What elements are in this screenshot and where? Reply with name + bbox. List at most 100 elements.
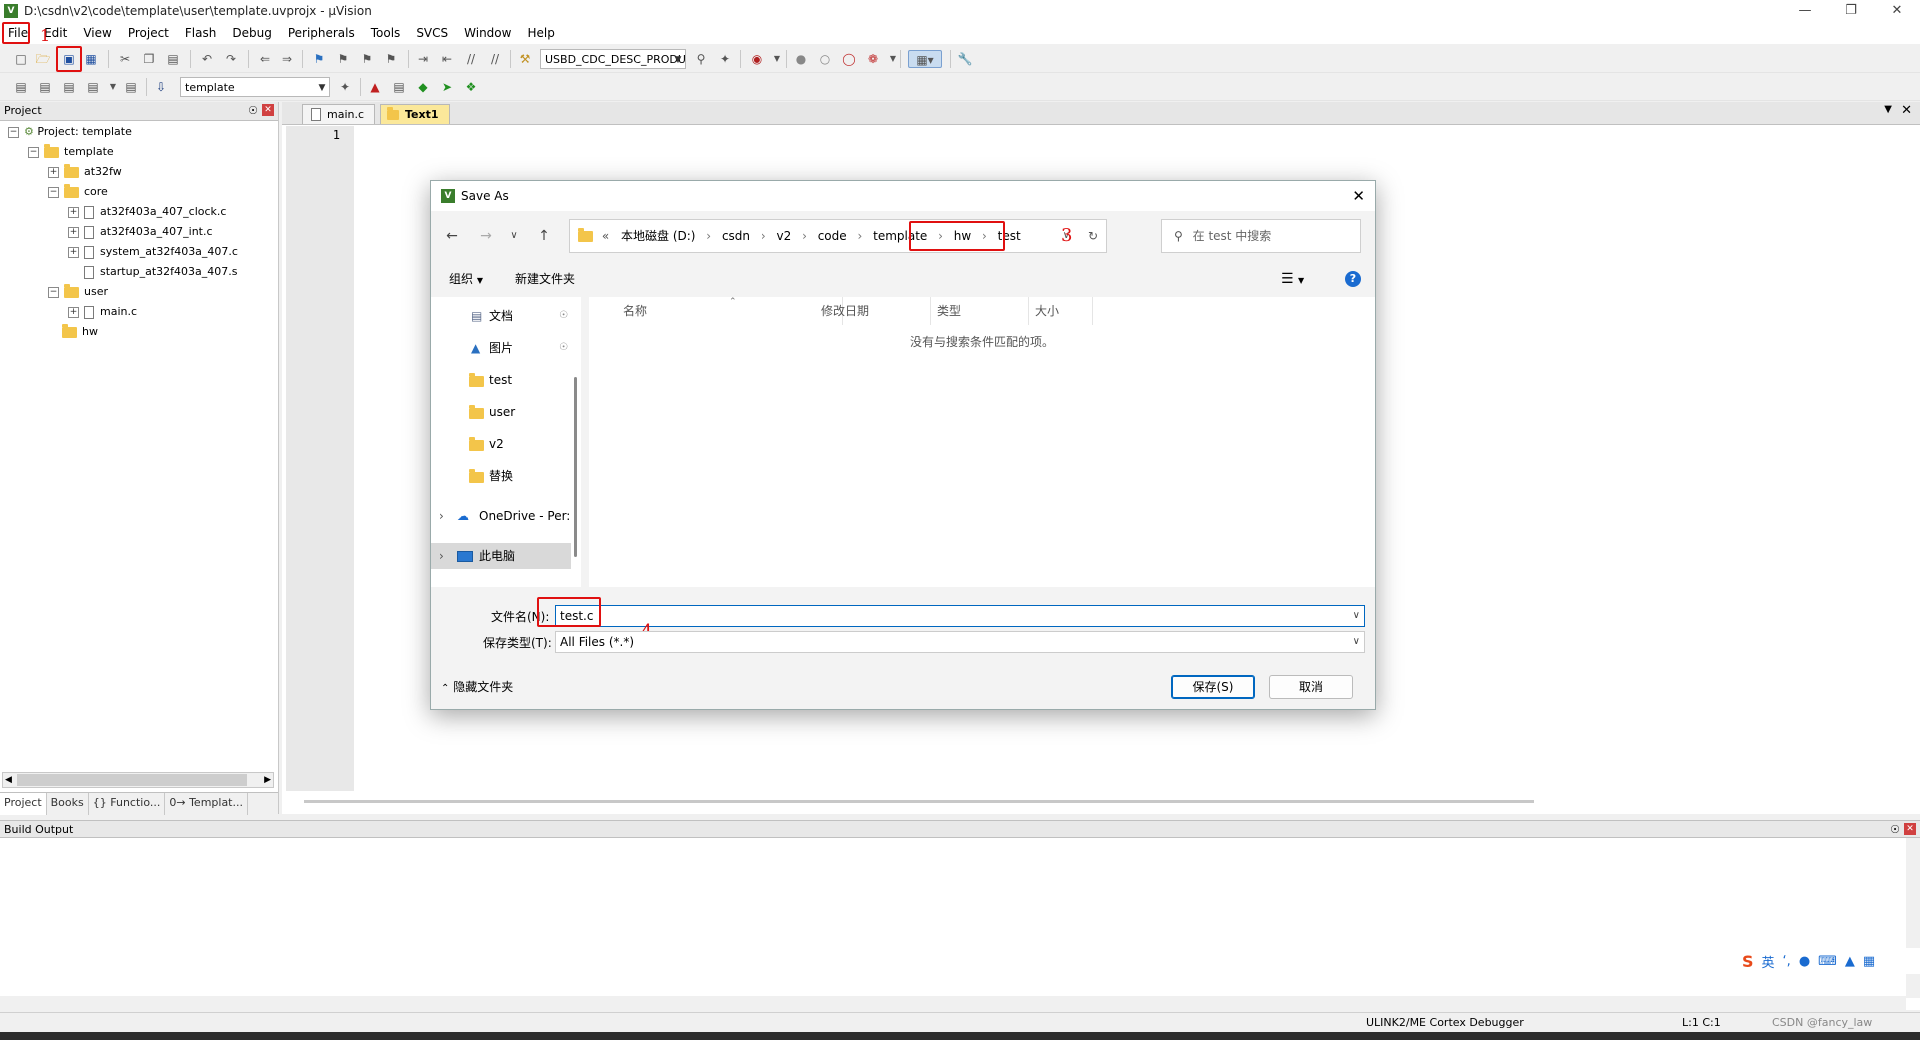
window-layout-icon[interactable]: ▦▾ bbox=[908, 50, 942, 68]
pin-icon[interactable]: ☉ bbox=[559, 335, 568, 361]
save-button[interactable]: 保存(S) bbox=[1171, 675, 1255, 699]
keyboard-icon[interactable]: ⌨ bbox=[1818, 954, 1837, 969]
filename-input[interactable]: test.c ∨ bbox=[555, 605, 1365, 627]
nav-replace[interactable]: 替换 bbox=[431, 463, 571, 489]
overflow-icon[interactable]: « bbox=[602, 220, 609, 252]
bookmark-next-icon[interactable]: ⚑ bbox=[358, 50, 376, 68]
tree-file[interactable]: + system_at32f403a_407.c bbox=[68, 242, 238, 262]
nav-forward-icon[interactable]: ⇒ bbox=[278, 50, 296, 68]
horizontal-scrollbar[interactable] bbox=[0, 996, 1906, 1010]
close-tab-icon[interactable]: ✕ bbox=[1901, 103, 1912, 118]
file-list[interactable]: 名称 ⌃ 修改日期 类型 大小 没有与搜索条件匹配的项。 bbox=[589, 297, 1375, 587]
menu-project[interactable]: Project bbox=[120, 22, 177, 44]
stop-build-icon[interactable]: ▤ bbox=[122, 78, 140, 96]
tree-group-template[interactable]: − template bbox=[28, 142, 114, 162]
pin-icon[interactable]: ☉ bbox=[559, 303, 568, 329]
lang-icon[interactable]: 英 bbox=[1762, 952, 1775, 971]
cancel-button[interactable]: 取消 bbox=[1269, 675, 1353, 699]
scrollbar-thumb[interactable] bbox=[17, 774, 247, 786]
nav-onedrive[interactable]: › ☁ OneDrive - Per: bbox=[431, 503, 571, 529]
project-target-combo[interactable]: template ▼ bbox=[180, 77, 330, 97]
tab-project[interactable]: Project bbox=[0, 793, 47, 815]
punct-icon[interactable]: ‘, bbox=[1783, 954, 1791, 969]
manage-components-icon[interactable]: ▲ bbox=[366, 78, 384, 96]
menu-debug[interactable]: Debug bbox=[224, 22, 279, 44]
breadcrumb-drive[interactable]: 本地磁盘 (D:) bbox=[621, 220, 695, 252]
open-file-icon[interactable]: 🗁 bbox=[34, 50, 52, 68]
view-options-icon[interactable]: ☰ ▼ bbox=[1281, 263, 1304, 297]
batch-build-icon[interactable]: ▤ bbox=[84, 78, 102, 96]
nav-v2[interactable]: v2 bbox=[431, 431, 571, 457]
collapse-icon[interactable]: − bbox=[48, 286, 59, 298]
forward-arrow-icon[interactable]: → bbox=[473, 223, 499, 249]
copy-icon[interactable]: ❐ bbox=[140, 50, 158, 68]
minimize-icon[interactable]: — bbox=[1782, 0, 1828, 22]
recent-chevron-icon[interactable]: ∨ bbox=[501, 223, 527, 249]
grid-icon[interactable]: ▦ bbox=[1863, 954, 1875, 969]
uncomment-icon[interactable]: // bbox=[486, 50, 504, 68]
chevron-down-icon[interactable]: ∨ bbox=[1353, 632, 1360, 652]
tree-file[interactable]: startup_at32f403a_407.s bbox=[68, 262, 237, 282]
menu-tools[interactable]: Tools bbox=[363, 22, 409, 44]
collapse-icon[interactable]: − bbox=[48, 186, 59, 198]
paste-icon[interactable]: ▤ bbox=[164, 50, 182, 68]
skin-icon[interactable]: ▲ bbox=[1845, 954, 1855, 969]
menu-view[interactable]: View bbox=[75, 22, 119, 44]
tree-file[interactable]: + at32f403a_407_int.c bbox=[68, 222, 213, 242]
breakpoint-disable-icon[interactable]: ○ bbox=[816, 50, 834, 68]
new-folder-button[interactable]: 新建文件夹 bbox=[515, 263, 575, 295]
comment-icon[interactable]: // bbox=[462, 50, 480, 68]
nav-pictures[interactable]: ▲ 图片 ☉ bbox=[431, 335, 571, 361]
expand-icon[interactable]: + bbox=[68, 206, 79, 218]
menu-svcs[interactable]: SVCS bbox=[408, 22, 456, 44]
column-modified[interactable]: 修改日期 bbox=[813, 297, 931, 325]
pack-installer-icon[interactable]: ◆ bbox=[414, 78, 432, 96]
debug-session-icon[interactable]: ◉ bbox=[748, 50, 766, 68]
bookmark-icon[interactable]: ⚑ bbox=[310, 50, 328, 68]
help-icon[interactable]: ? bbox=[1345, 271, 1361, 287]
find-icon[interactable]: ⚲ bbox=[692, 50, 710, 68]
find-in-files-icon[interactable]: ⚒ bbox=[516, 50, 534, 68]
nav-this-pc[interactable]: › 此电脑 bbox=[431, 543, 571, 569]
horizontal-scrollbar[interactable]: ◀ ▶ bbox=[2, 772, 274, 788]
rebuild-icon[interactable]: ▤ bbox=[60, 78, 78, 96]
chevron-down-icon[interactable]: ∨ bbox=[1353, 606, 1360, 626]
nav-back-icon[interactable]: ⇐ bbox=[256, 50, 274, 68]
breakpoint-icon[interactable]: ● bbox=[792, 50, 810, 68]
tree-file[interactable]: + at32f403a_407_clock.c bbox=[68, 202, 226, 222]
tree-folder-hw[interactable]: hw bbox=[62, 322, 98, 342]
menu-window[interactable]: Window bbox=[456, 22, 519, 44]
nav-user[interactable]: user bbox=[431, 399, 571, 425]
breakpoint-kill-all-icon[interactable]: ❁ bbox=[864, 50, 882, 68]
expand-icon[interactable]: + bbox=[68, 226, 79, 238]
editor-hscroll-thumb[interactable] bbox=[304, 800, 1534, 803]
indent-icon[interactable]: ⇥ bbox=[414, 50, 432, 68]
pin-icon[interactable]: ☉ bbox=[248, 102, 258, 120]
tab-books[interactable]: Books bbox=[47, 793, 89, 815]
new-file-icon[interactable]: □ bbox=[12, 50, 30, 68]
build-icon[interactable]: ▤ bbox=[36, 78, 54, 96]
configure-icon[interactable]: 🔧 bbox=[956, 50, 974, 68]
expand-icon[interactable]: + bbox=[68, 246, 79, 258]
up-arrow-icon[interactable]: ↑ bbox=[531, 223, 557, 249]
tree-file[interactable]: + main.c bbox=[68, 302, 137, 322]
collapse-icon[interactable]: − bbox=[8, 126, 19, 138]
menu-help[interactable]: Help bbox=[519, 22, 562, 44]
address-bar[interactable]: « 本地磁盘 (D:) › csdn › v2 › code › templat… bbox=[569, 219, 1107, 253]
cut-icon[interactable]: ✂ bbox=[116, 50, 134, 68]
breakpoint-disable-all-icon[interactable]: ◯ bbox=[840, 50, 858, 68]
bookmark-prev-icon[interactable]: ⚑ bbox=[334, 50, 352, 68]
filetype-select[interactable]: All Files (*.*) ∨ bbox=[555, 631, 1365, 653]
nav-documents[interactable]: ▤ 文档 ☉ bbox=[431, 303, 571, 329]
back-arrow-icon[interactable]: ← bbox=[439, 223, 465, 249]
tree-root[interactable]: − ⚙ Project: template bbox=[8, 122, 132, 142]
collapse-icon[interactable]: − bbox=[28, 146, 39, 158]
search-box[interactable]: ⚲ 在 test 中搜索 bbox=[1161, 219, 1361, 253]
ime-toolbar[interactable]: S 英 ‘, ● ⌨ ▲ ▦ bbox=[1742, 948, 1920, 974]
menu-flash[interactable]: Flash bbox=[177, 22, 224, 44]
file-extensions-icon[interactable]: ▤ bbox=[390, 78, 408, 96]
chevron-right-icon[interactable]: › bbox=[439, 503, 444, 529]
build-output-panel[interactable]: S 英 ‘, ● ⌨ ▲ ▦ bbox=[0, 838, 1920, 1010]
close-panel-icon[interactable]: ✕ bbox=[1904, 823, 1916, 835]
tab-text1[interactable]: Text1 bbox=[380, 104, 450, 124]
